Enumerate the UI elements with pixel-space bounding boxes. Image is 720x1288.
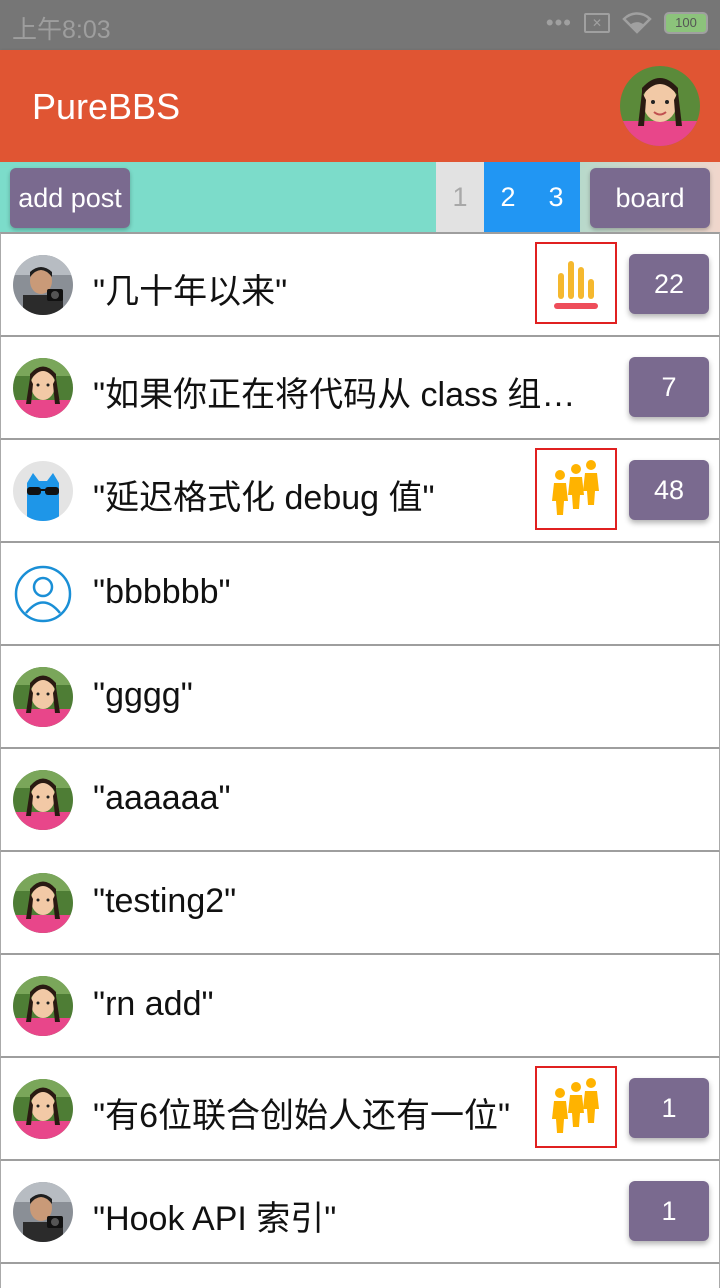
list-item[interactable]: "如果你正在将代码从 class 组件迁移" 7 <box>0 337 720 440</box>
reply-count-badge[interactable]: 7 <box>629 357 709 417</box>
user-avatar[interactable] <box>620 66 700 146</box>
post-title: "bbbbbb" <box>93 573 231 611</box>
wifi-icon <box>622 12 652 34</box>
author-avatar[interactable] <box>13 461 73 521</box>
post-title: "Hook API 索引" <box>93 1200 337 1238</box>
post-title: "几十年以来" <box>93 273 288 311</box>
author-avatar[interactable] <box>13 1182 73 1242</box>
reply-count-badge[interactable]: 22 <box>629 254 709 314</box>
list-item[interactable]: "aaaaaa" <box>0 749 720 852</box>
list-item[interactable]: "testing2" <box>0 852 720 955</box>
post-title: "有6位联合创始人还有一位" <box>93 1097 511 1135</box>
post-title: "如果你正在将代码从 class 组件迁移" <box>93 376 593 414</box>
status-time: 上午8:03 <box>12 16 111 44</box>
board-button[interactable]: board <box>590 168 710 228</box>
no-sim-icon: ✕ <box>584 13 610 33</box>
signal-dots-icon: ••• <box>545 10 572 35</box>
list-item[interactable]: "有6位联合创始人还有一位" 1 <box>0 1058 720 1161</box>
add-post-button[interactable]: add post <box>10 168 130 228</box>
post-title: "testing2" <box>93 882 237 920</box>
post-list: "几十年以来" 22 "如果你正在将代码从 class 组件迁移" 7 "延迟格… <box>0 232 720 1288</box>
app-title: PureBBS <box>32 86 181 127</box>
list-item[interactable]: "gggg" <box>0 646 720 749</box>
toolbar: add post 1 2 3 board <box>0 162 720 232</box>
pagination: 1 2 3 <box>436 162 580 232</box>
post-title: "延迟格式化 debug 值" <box>93 479 435 517</box>
author-avatar[interactable] <box>13 976 73 1036</box>
list-item[interactable]: "Hook API 索引" 1 <box>0 1161 720 1264</box>
default-user-icon[interactable] <box>13 564 73 624</box>
people-group-icon <box>535 448 617 530</box>
author-avatar[interactable] <box>13 358 73 418</box>
author-avatar[interactable] <box>13 667 73 727</box>
author-avatar[interactable] <box>13 770 73 830</box>
author-avatar[interactable] <box>13 873 73 933</box>
page-3-button[interactable]: 3 <box>532 162 580 232</box>
list-item[interactable] <box>0 1264 720 1288</box>
post-title: "rn add" <box>93 985 214 1023</box>
reply-count-badge[interactable]: 48 <box>629 460 709 520</box>
people-group-icon <box>535 1066 617 1148</box>
post-title: "gggg" <box>93 676 193 714</box>
author-avatar[interactable] <box>13 255 73 315</box>
author-avatar[interactable] <box>13 1079 73 1139</box>
page-1-button[interactable]: 1 <box>436 162 484 232</box>
list-item[interactable]: "bbbbbb" <box>0 543 720 646</box>
bar-chart-icon <box>535 242 617 324</box>
status-icons: ••• ✕ 100 <box>546 12 708 34</box>
list-item[interactable]: "rn add" <box>0 955 720 1058</box>
app-bar: PureBBS <box>0 50 720 162</box>
battery-icon: 100 <box>664 12 708 34</box>
reply-count-badge[interactable]: 1 <box>629 1181 709 1241</box>
reply-count-badge[interactable]: 1 <box>629 1078 709 1138</box>
list-item[interactable]: "几十年以来" 22 <box>0 232 720 337</box>
status-bar: 上午8:03 ••• ✕ 100 <box>0 0 720 50</box>
list-item[interactable]: "延迟格式化 debug 值" 48 <box>0 440 720 543</box>
page-2-button[interactable]: 2 <box>484 162 532 232</box>
post-title: "aaaaaa" <box>93 779 231 817</box>
